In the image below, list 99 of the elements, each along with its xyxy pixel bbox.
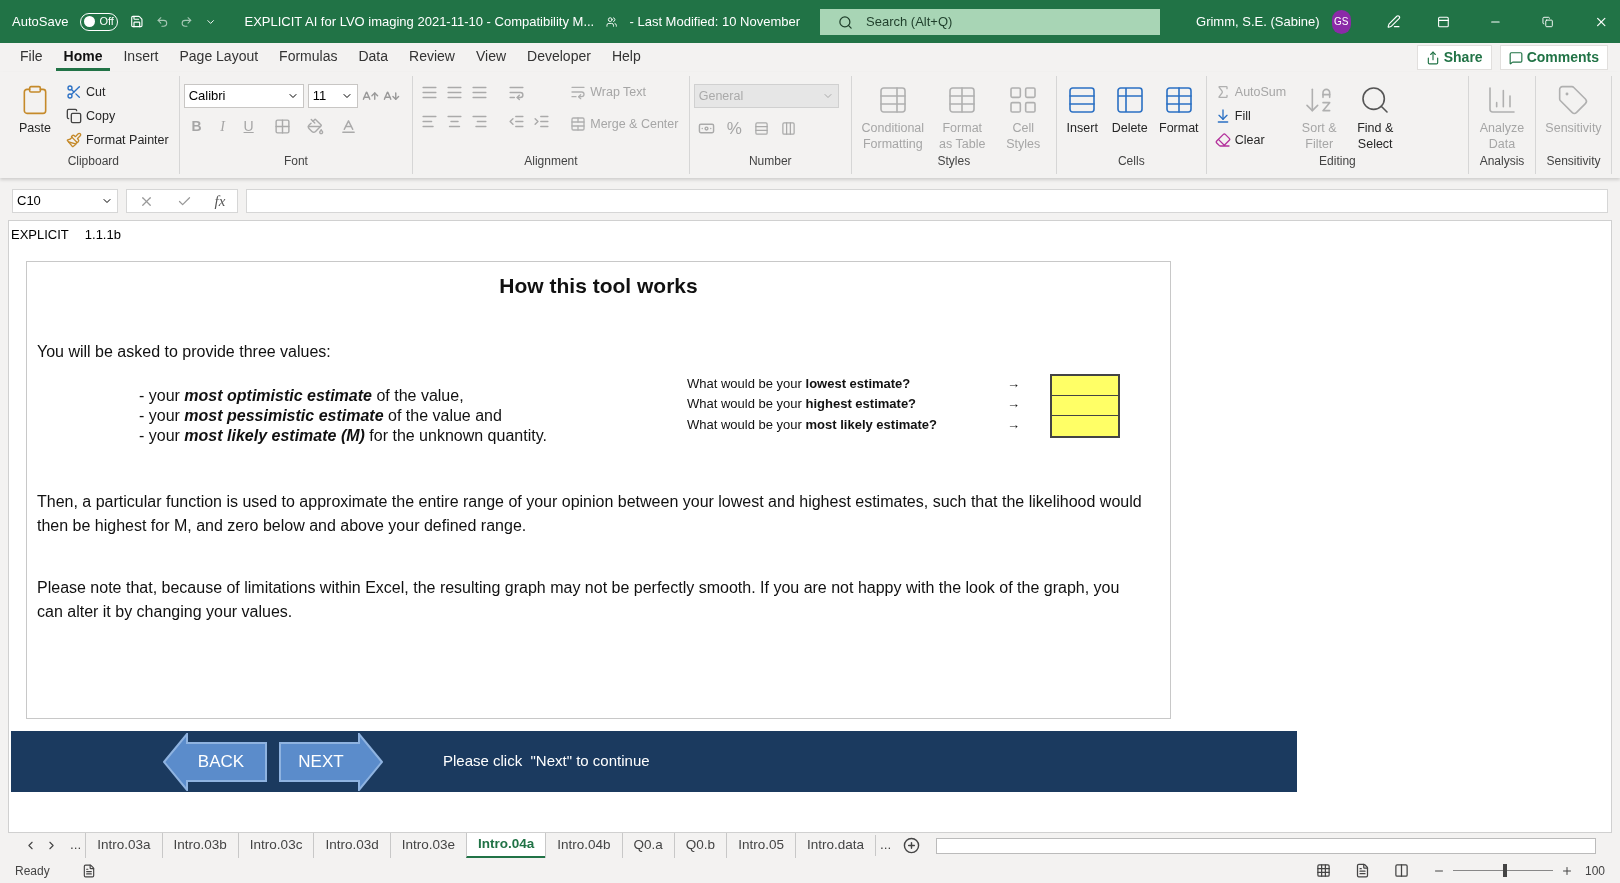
card-title: How this tool works bbox=[498, 273, 699, 299]
user-name: Grimm, S.E. (Sabine) bbox=[1196, 12, 1320, 31]
instruction-text: Please click "Next" to continue bbox=[443, 751, 650, 772]
group-label: Number bbox=[748, 153, 792, 170]
insert-function-button[interactable]: fx bbox=[214, 189, 226, 213]
cells-button[interactable]: Delete bbox=[1107, 80, 1152, 136]
borders-icon[interactable] bbox=[273, 118, 291, 135]
normal-view-icon[interactable] bbox=[1315, 863, 1331, 878]
comment-icon bbox=[1508, 50, 1523, 65]
group-label: Sensitivity bbox=[1546, 153, 1601, 170]
group-label: Analysis bbox=[1479, 153, 1525, 170]
name-box[interactable]: C10 bbox=[12, 189, 118, 213]
zoom-text: 100 bbox=[1584, 862, 1605, 880]
copy-icon bbox=[66, 108, 82, 124]
input-cell[interactable] bbox=[1052, 395, 1118, 416]
arrow-text: → bbox=[1007, 395, 1020, 413]
group-label: Alignment bbox=[524, 153, 578, 170]
wrap-text-icon bbox=[570, 84, 587, 100]
analyze-data-icon bbox=[1486, 84, 1518, 116]
autosave-label: AutoSave bbox=[12, 12, 69, 31]
font-color-icon[interactable] bbox=[339, 118, 357, 135]
arrow-text: → bbox=[1007, 374, 1020, 393]
group-label: Editing bbox=[1319, 153, 1356, 170]
find-select-button[interactable]: Find & Select bbox=[1348, 80, 1403, 152]
sensitivity-icon bbox=[1557, 84, 1590, 116]
sheet-tab[interactable]: Intro.04a bbox=[466, 833, 546, 858]
decrease-indent-icon[interactable] bbox=[508, 113, 526, 130]
font-name-field[interactable]: Calibri bbox=[183, 84, 304, 108]
document-title: EXPLICIT AI for LVO imaging 2021-11-10 - Compatibility M... bbox=[244, 12, 595, 31]
menu-tab[interactable]: View bbox=[467, 44, 515, 71]
align-left-icon[interactable] bbox=[421, 113, 439, 130]
paste-button[interactable]: Paste bbox=[12, 80, 58, 136]
people-icon bbox=[606, 14, 618, 29]
zoom-in-icon[interactable] bbox=[1560, 864, 1573, 877]
restore-icon[interactable] bbox=[1542, 14, 1554, 29]
group-label: Font bbox=[283, 153, 308, 170]
comments-button[interactable]: Comments bbox=[1499, 45, 1608, 70]
last-modified: - Last Modified: 10 November bbox=[629, 12, 801, 31]
save-icon[interactable] bbox=[129, 13, 144, 30]
cell-text: EXPLICIT bbox=[11, 226, 69, 244]
paragraph: Then, a particular function is used to approximate the entire range of your opinion between your lowest and highest estimates, such that the likelihood would then be highest for M, and zero below and above your defined range. bbox=[37, 491, 1143, 536]
bullet-text: - your most likely estimate (M) for the unknown quantity. bbox=[139, 425, 548, 446]
paragraph: Please note that, because of limitations within Excel, the resulting graph may not be perfectly smooth. If you are not happy with the look of the graph, you can alter it by changing your values. bbox=[37, 577, 1121, 622]
menu-tab[interactable]: Data bbox=[350, 44, 397, 71]
align-center-icon[interactable] bbox=[446, 113, 464, 130]
group-label: Styles bbox=[937, 153, 971, 170]
page-break-icon[interactable] bbox=[1393, 863, 1409, 878]
cut-button[interactable]: Cut bbox=[62, 80, 173, 104]
clear-button[interactable]: Clear bbox=[1210, 128, 1291, 152]
align-bottom-icon[interactable] bbox=[471, 84, 489, 101]
status-text: Ready bbox=[15, 862, 50, 880]
cut-icon bbox=[66, 84, 82, 100]
cells-button[interactable]: Insert bbox=[1060, 80, 1104, 136]
clear-icon bbox=[1214, 132, 1231, 148]
format-painter-button[interactable]: Format Painter bbox=[62, 128, 173, 152]
zoom-slider-thumb[interactable] bbox=[1502, 864, 1507, 877]
input-cell[interactable] bbox=[1052, 375, 1118, 396]
bullet-text: - your most pessimistic estimate of the value and bbox=[139, 405, 503, 426]
bullet-text: - your most optimistic estimate of the value, bbox=[139, 385, 465, 406]
align-right-icon[interactable] bbox=[471, 113, 489, 130]
question-text: What would be your most likely estimate? bbox=[687, 415, 939, 434]
menu-tab[interactable]: Review bbox=[401, 44, 463, 71]
question-text: What would be your lowest estimate? bbox=[687, 374, 912, 393]
format-painter-icon bbox=[66, 132, 82, 148]
intro-text: You will be asked to provide three values: bbox=[37, 341, 332, 362]
menu-tab[interactable]: Formulas bbox=[271, 44, 346, 71]
menu-tab[interactable]: Insert bbox=[115, 44, 167, 71]
page-layout-icon[interactable] bbox=[1354, 863, 1370, 878]
macro-recording-icon[interactable] bbox=[81, 863, 96, 878]
question-text: What would be your highest estimate? bbox=[687, 395, 918, 413]
increase-indent-icon[interactable] bbox=[533, 113, 551, 130]
font-size-field[interactable]: 11 bbox=[307, 84, 358, 108]
share-icon bbox=[1425, 50, 1440, 65]
group-label: Clipboard bbox=[67, 153, 119, 170]
menu-tab[interactable]: Developer bbox=[519, 44, 599, 71]
add-sheet-icon[interactable] bbox=[903, 837, 921, 854]
fill-color-icon[interactable] bbox=[306, 118, 324, 135]
menu-tab[interactable]: Help bbox=[603, 44, 649, 71]
cell-text: 1.1.1b bbox=[84, 226, 121, 244]
group-label: Cells bbox=[1117, 153, 1145, 170]
input-cell[interactable] bbox=[1052, 415, 1118, 436]
share-button[interactable]: Share bbox=[1416, 45, 1492, 70]
search-icon bbox=[838, 14, 854, 30]
copy-button[interactable]: Copy bbox=[62, 104, 173, 128]
fill-button[interactable]: Fill bbox=[1210, 104, 1291, 128]
merge-center-icon bbox=[570, 116, 587, 132]
user-avatar: GS bbox=[1331, 9, 1351, 34]
align-top-icon[interactable] bbox=[421, 84, 439, 101]
search-field[interactable]: Search (Alt+Q) bbox=[820, 8, 1161, 35]
menu-tab[interactable]: Page Layout bbox=[171, 44, 267, 71]
arrow-text: → bbox=[1007, 415, 1020, 434]
menu-tab[interactable]: File bbox=[12, 44, 51, 71]
align-middle-icon[interactable] bbox=[446, 84, 464, 101]
horizontal-scrollbar[interactable] bbox=[936, 837, 1596, 854]
more-tabs-button[interactable]: ... bbox=[66, 835, 86, 856]
cells-button[interactable]: Format bbox=[1155, 80, 1202, 136]
pen-icon[interactable] bbox=[1386, 13, 1401, 30]
formula-input[interactable] bbox=[246, 189, 1608, 213]
more-tabs-button[interactable]: ... bbox=[874, 835, 896, 856]
